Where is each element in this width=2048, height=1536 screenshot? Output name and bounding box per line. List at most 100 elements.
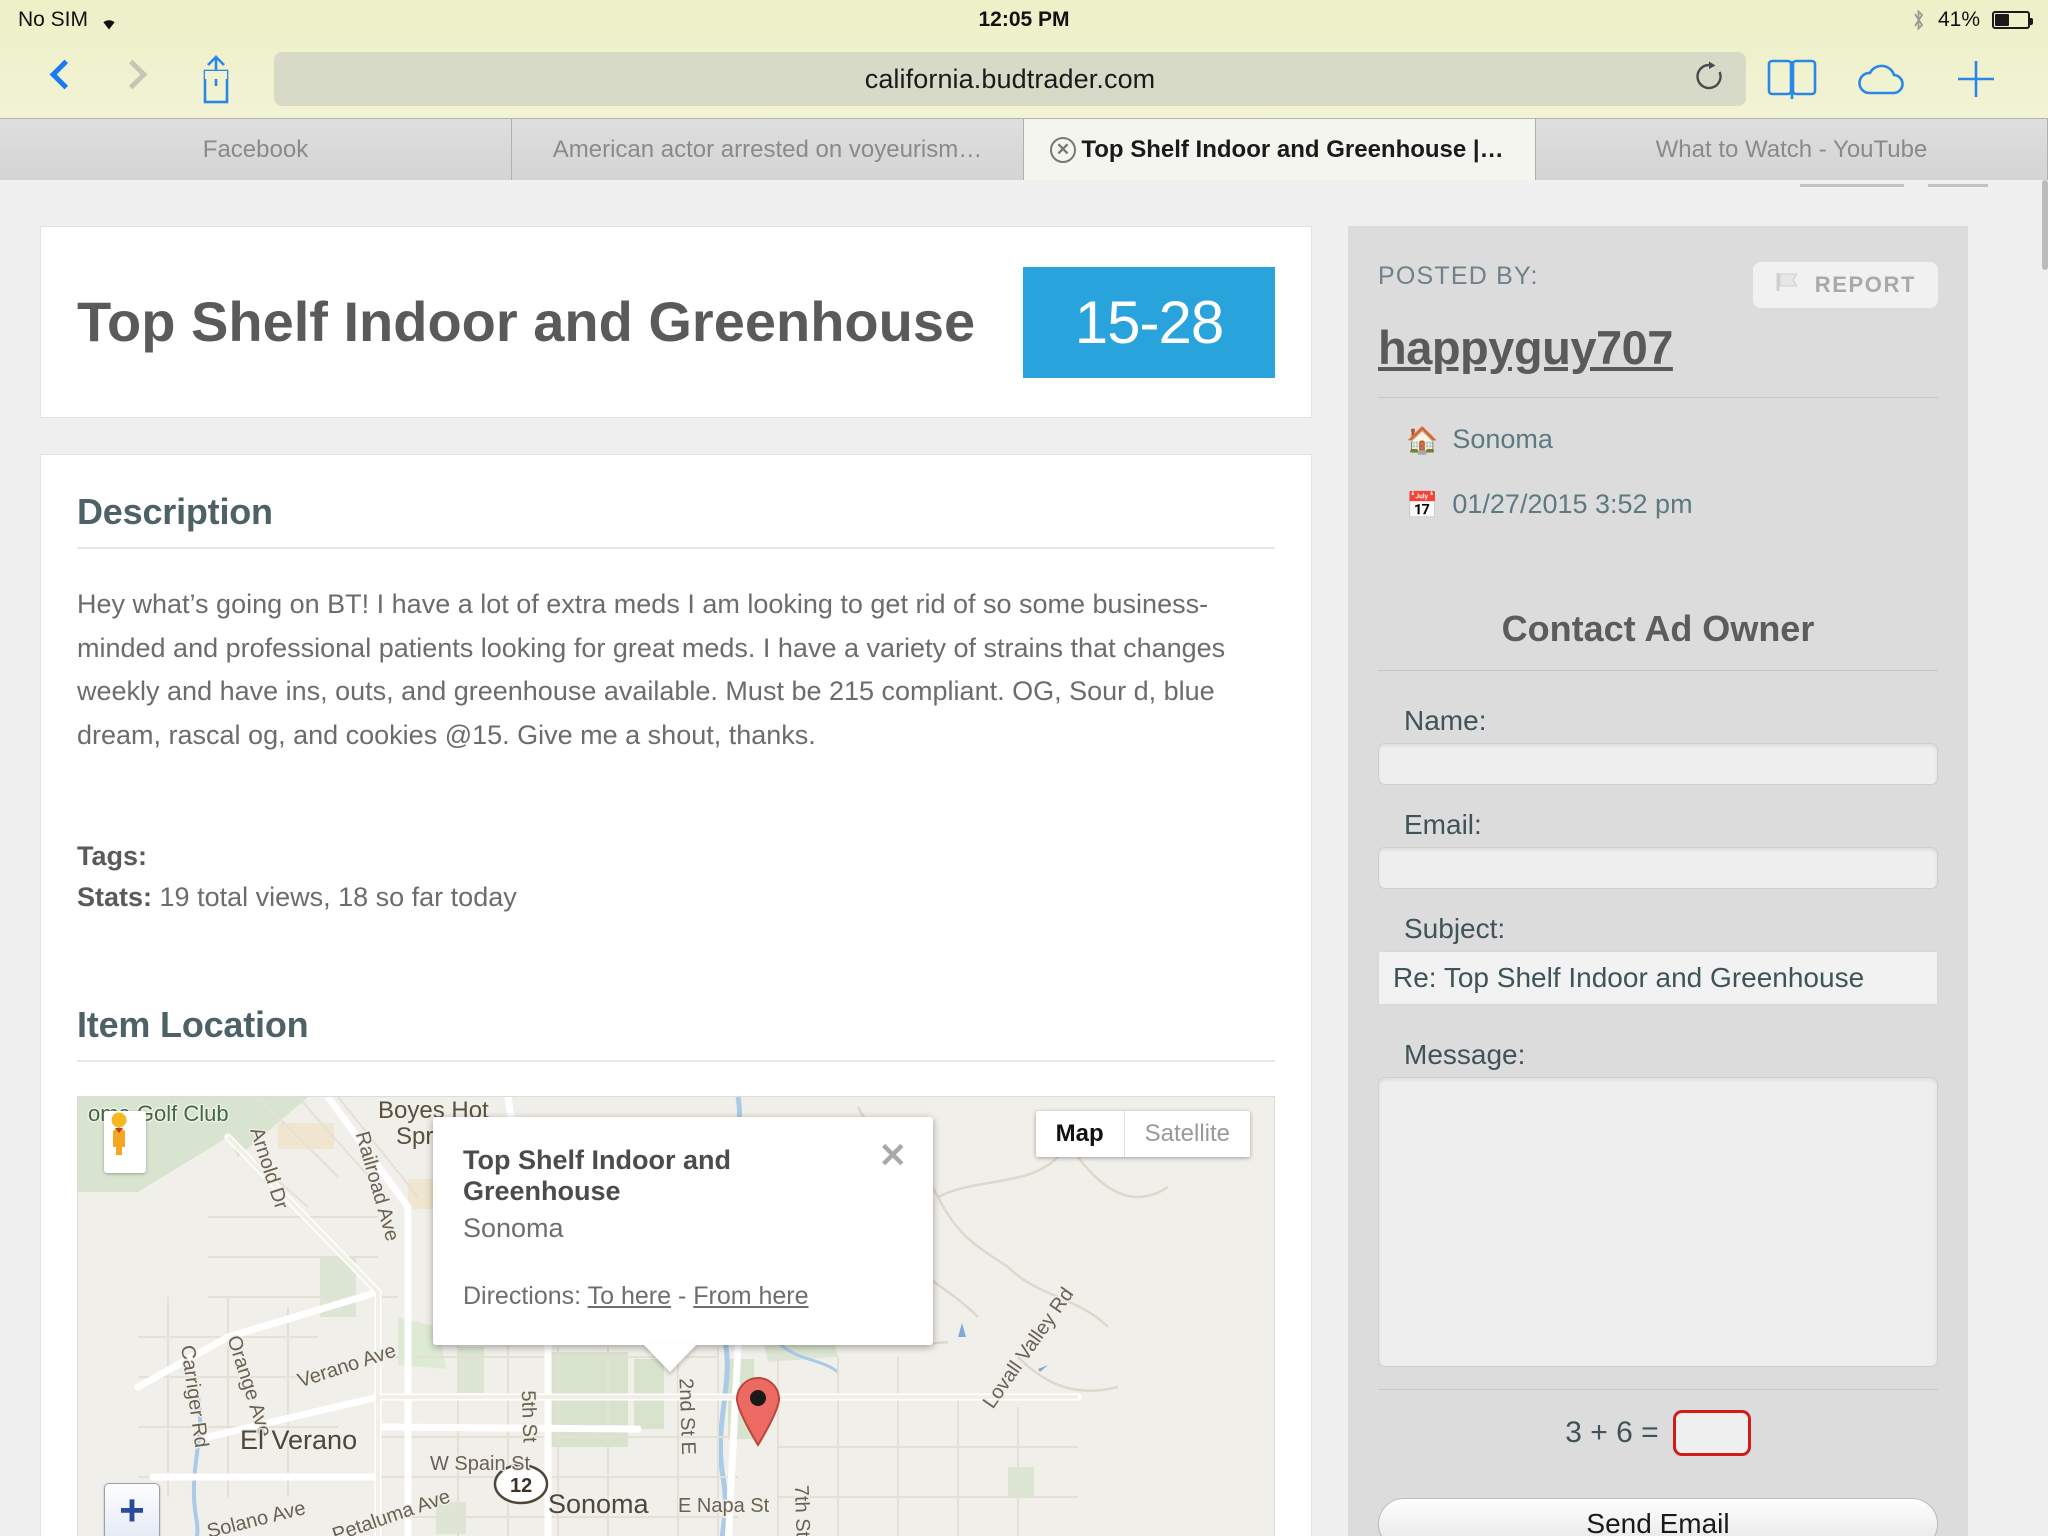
listing-body-card: Description Hey what’s going on BT! I ha…	[40, 454, 1312, 1536]
browser-tab-0[interactable]: Facebook	[0, 119, 512, 180]
posted-by-row: POSTED BY: REPORT	[1378, 262, 1938, 308]
street-view-pegman-icon[interactable]	[104, 1111, 146, 1173]
tab-label: What to Watch - YouTube	[1655, 135, 1928, 163]
listing-meta: Tags: Stats: 19 total views, 18 so far t…	[77, 836, 1275, 918]
stats-value: 19 total views, 18 so far today	[159, 881, 517, 912]
captcha-divider	[1378, 1389, 1938, 1390]
browser-chrome: No SIM 12:05 PM 41% california.budtrader…	[0, 0, 2048, 180]
tags-label: Tags:	[77, 840, 148, 871]
status-bar-left: No SIM	[18, 8, 121, 32]
directions-from-here-link[interactable]: From here	[693, 1282, 808, 1310]
map-type-map-button[interactable]: Map	[1036, 1111, 1124, 1157]
battery-icon	[1992, 11, 2033, 29]
bookmarks-button[interactable]	[1746, 57, 1838, 101]
description-text: Hey what’s going on BT! I have a lot of …	[77, 589, 1226, 751]
browser-tab-2[interactable]: ✕ Top Shelf Indoor and Greenhouse |…	[1024, 119, 1536, 180]
captcha-input[interactable]	[1672, 1410, 1751, 1456]
price-badge: 15-28	[1023, 266, 1275, 378]
new-tab-button[interactable]	[1930, 57, 2022, 101]
cloud-tabs-button[interactable]	[1838, 59, 1930, 99]
page-viewport: Top Shelf Indoor and Greenhouse 15-28 De…	[0, 180, 2048, 1536]
subject-input[interactable]: Re: Top Shelf Indoor and Greenhouse	[1378, 951, 1938, 1005]
clock: 12:05 PM	[978, 8, 1070, 31]
flag-icon	[1775, 271, 1801, 299]
ios-status-bar: No SIM 12:05 PM 41%	[0, 0, 2048, 40]
description-heading: Description	[77, 491, 1275, 549]
reload-icon	[1696, 61, 1722, 90]
message-input[interactable]	[1378, 1077, 1938, 1367]
share-icon	[203, 55, 229, 104]
email-input[interactable]	[1378, 847, 1938, 889]
browser-tab-3[interactable]: What to Watch - YouTube	[1536, 119, 2048, 180]
stats-row: Stats: 19 total views, 18 so far today	[77, 877, 1275, 918]
map-type-control[interactable]: Map Satellite	[1035, 1111, 1250, 1157]
report-button[interactable]: REPORT	[1752, 262, 1938, 308]
carrier-label: No SIM	[18, 8, 89, 31]
posted-date: 01/27/2015 3:52 pm	[1452, 489, 1693, 519]
back-button[interactable]	[26, 48, 98, 110]
tab-bar: Facebook American actor arrested on voyeu…	[0, 118, 2048, 180]
bluetooth-icon	[1911, 8, 1926, 32]
vertical-scrollbar[interactable]	[2042, 180, 2048, 270]
cloud-icon	[1858, 64, 1904, 95]
chevron-left-icon	[49, 58, 80, 100]
map-canvas[interactable]: oma Golf ClubBoyes HotSpringsArnold DrRa…	[77, 1096, 1275, 1536]
poster-location: Sonoma	[1452, 424, 1553, 454]
address-bar[interactable]: california.budtrader.com	[274, 52, 1746, 106]
tab-label: Top Shelf Indoor and Greenhouse |…	[1081, 135, 1504, 163]
posted-date-row: 📅 01/27/2015 3:52 pm	[1406, 489, 1938, 520]
directions-label: Directions:	[463, 1282, 582, 1310]
page-top-stub-a	[1800, 184, 1904, 187]
listing-title-card: Top Shelf Indoor and Greenhouse 15-28	[40, 226, 1312, 418]
book-icon	[1767, 59, 1817, 99]
map-info-window: ✕ Top Shelf Indoor and Greenhouse Sonoma…	[433, 1117, 933, 1345]
message-label: Message:	[1404, 1039, 1526, 1070]
tags-row: Tags:	[77, 836, 1275, 877]
map-zoom-in-button[interactable]: +	[104, 1483, 160, 1536]
wifi-icon	[97, 11, 121, 30]
captcha-question: 3 + 6 =	[1565, 1416, 1659, 1449]
directions-to-here-link[interactable]: To here	[588, 1282, 671, 1310]
tab-label: Facebook	[202, 135, 309, 163]
tab-close-icon[interactable]: ✕	[1050, 136, 1076, 163]
poster-location-row: 🏠 Sonoma	[1406, 424, 1938, 455]
contact-form-title: Contact Ad Owner	[1501, 608, 1815, 649]
report-label: REPORT	[1814, 272, 1916, 297]
close-icon[interactable]: ✕	[879, 1139, 908, 1173]
name-label: Name:	[1404, 705, 1487, 736]
send-email-button[interactable]: Send Email	[1378, 1498, 1938, 1536]
url-text: california.budtrader.com	[864, 63, 1156, 94]
chevron-right-icon	[117, 58, 148, 100]
tab-label: American actor arrested on voyeurism…	[552, 135, 983, 163]
browser-toolbar: california.budtrader.com	[0, 40, 2048, 118]
posted-by-label: POSTED BY:	[1378, 262, 1539, 290]
directions-separator: -	[677, 1282, 687, 1310]
status-bar-right: 41%	[1911, 8, 2033, 32]
subject-label: Subject:	[1404, 913, 1506, 944]
share-button[interactable]	[180, 48, 252, 110]
name-input[interactable]	[1378, 743, 1938, 785]
item-location-heading: Item Location	[77, 1004, 1275, 1062]
calendar-icon: 📅	[1406, 489, 1439, 520]
sidebar-divider	[1378, 397, 1938, 398]
captcha-row: 3 + 6 =	[1378, 1410, 1938, 1456]
reload-button[interactable]	[1694, 61, 1724, 97]
page-top-stub-b	[1928, 184, 1988, 187]
forward-button[interactable]	[98, 48, 170, 110]
stats-label: Stats:	[77, 881, 153, 912]
info-window-title: Top Shelf Indoor and Greenhouse	[463, 1145, 731, 1206]
plus-icon	[1958, 61, 1994, 97]
main-column: Top Shelf Indoor and Greenhouse 15-28 De…	[40, 226, 1312, 1536]
page-title: Top Shelf Indoor and Greenhouse	[77, 289, 976, 353]
house-icon: 🏠	[1406, 424, 1439, 455]
sidebar: POSTED BY: REPORT happyguy707 🏠 Sonoma 📅…	[1348, 226, 1968, 1536]
browser-tab-1[interactable]: American actor arrested on voyeurism…	[512, 119, 1024, 180]
content-wrapper: Top Shelf Indoor and Greenhouse 15-28 De…	[0, 180, 2048, 1536]
email-label: Email:	[1404, 809, 1482, 840]
battery-percent-label: 41%	[1937, 8, 1980, 31]
contact-divider	[1378, 670, 1938, 671]
info-window-subtitle: Sonoma	[463, 1213, 564, 1243]
info-window-directions: Directions: To here - From here	[463, 1282, 903, 1311]
poster-name-link[interactable]: happyguy707	[1378, 320, 1673, 375]
map-type-satellite-button[interactable]: Satellite	[1123, 1111, 1250, 1157]
